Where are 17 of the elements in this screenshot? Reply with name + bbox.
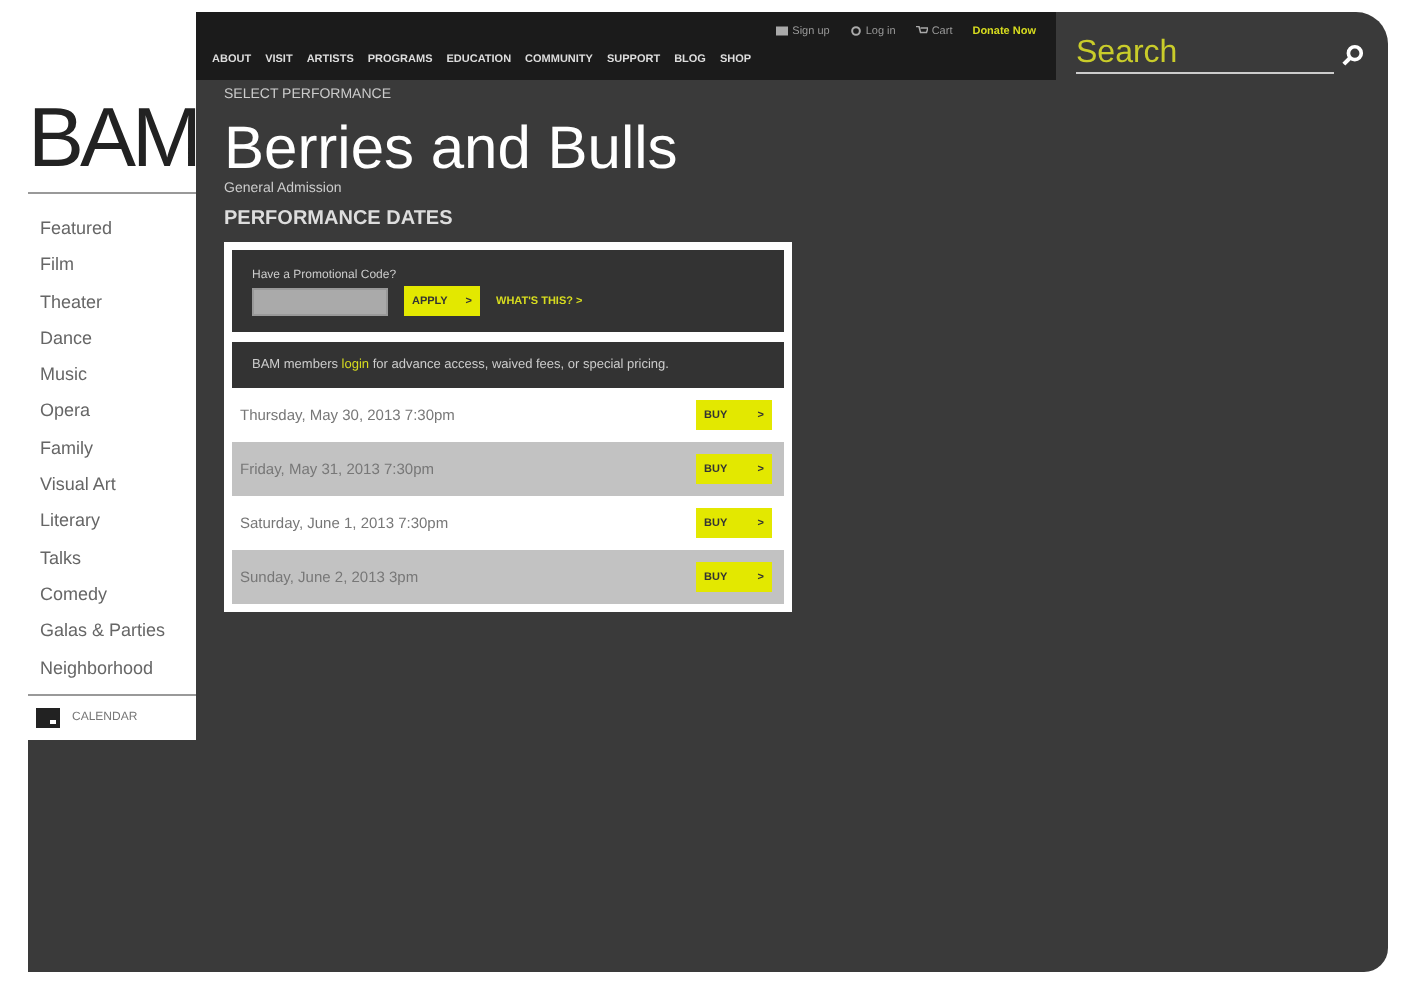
sidebar-item[interactable]: Theater [40,283,196,320]
sidebar-item[interactable]: Film [40,246,196,284]
sidebar-item[interactable]: Visual Art [40,466,196,503]
sidebar-item[interactable]: Literary [40,502,196,540]
logo: BAM [28,84,196,194]
performance-title: Berries and Bulls [224,118,680,182]
sidebar-item[interactable]: Galas & Parties [40,612,196,650]
sidebar-item[interactable]: Featured [40,210,196,247]
sidebar-item[interactable]: Dance [40,319,196,357]
sidebar-item[interactable]: Family [40,429,196,467]
sidebar-item[interactable]: Neighborhood [40,649,196,686]
sidebar-item[interactable]: Music [40,356,196,393]
search-field[interactable]: Search [1076,36,1334,74]
sidebar-item[interactable]: Talks [40,539,196,576]
section-heading: PERFORMANCE DATES [224,208,455,230]
sidebar-item[interactable]: Comedy [40,575,196,613]
sidebar-item[interactable]: Opera [40,392,196,430]
